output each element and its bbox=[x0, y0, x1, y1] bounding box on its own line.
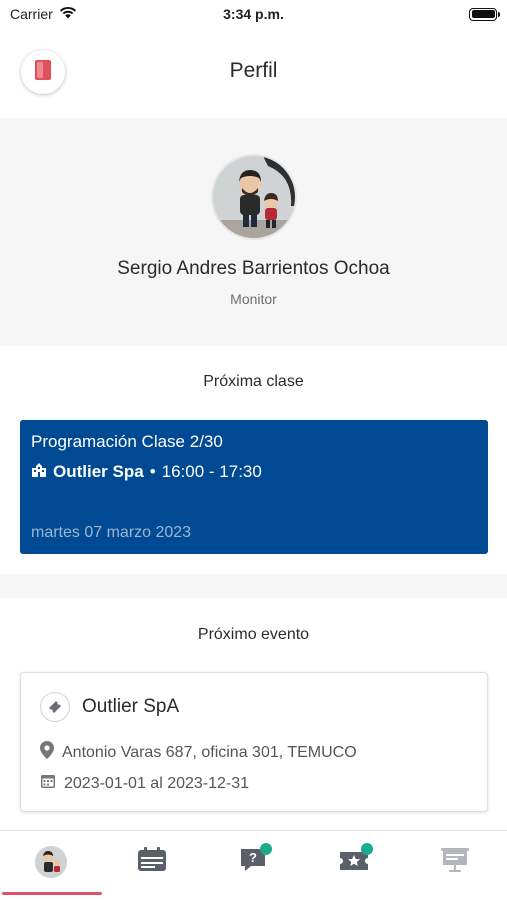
wifi-icon bbox=[59, 6, 77, 22]
next-event-card[interactable]: Outlier SpA Antonio Varas 687, oficina 3… bbox=[20, 672, 488, 812]
nav-profile-tab[interactable] bbox=[0, 831, 102, 895]
class-title: Programación Clase 2/30 bbox=[31, 432, 223, 451]
location-pin-icon bbox=[40, 741, 54, 764]
class-date: martes 07 marzo 2023 bbox=[31, 524, 192, 541]
calendar-icon bbox=[40, 773, 56, 794]
class-time: 16:00 - 17:30 bbox=[161, 462, 262, 481]
status-right bbox=[337, 7, 500, 21]
help-notification-badge bbox=[260, 843, 272, 855]
class-details: Outlier Spa • 16:00 - 17:30 bbox=[31, 462, 477, 482]
next-class-heading: Próxima clase bbox=[203, 373, 304, 390]
svg-text:?: ? bbox=[249, 850, 257, 865]
profile-panel: Sergio Andres Barrientos Ochoa Monitor bbox=[0, 118, 507, 346]
schedule-icon bbox=[137, 846, 167, 878]
nav-presentations-tab[interactable] bbox=[404, 831, 505, 893]
nav-active-indicator bbox=[2, 892, 102, 895]
carrier-label: Carrier bbox=[10, 6, 53, 22]
nav-tickets-tab[interactable] bbox=[303, 831, 404, 893]
tickets-notification-badge bbox=[361, 843, 373, 855]
next-class-card[interactable]: Programación Clase 2/30 Outlier Spa • 16… bbox=[20, 420, 488, 554]
status-left: Carrier bbox=[10, 6, 170, 22]
event-name: Outlier SpA bbox=[82, 696, 180, 717]
status-time: 3:34 p.m. bbox=[223, 6, 284, 22]
avatar bbox=[211, 154, 297, 240]
class-organization: Outlier Spa bbox=[53, 462, 144, 481]
class-separator: • bbox=[149, 462, 156, 481]
nav-avatar-icon bbox=[34, 846, 67, 878]
nav-help-tab[interactable]: ? bbox=[202, 831, 303, 893]
event-address: Antonio Varas 687, oficina 301, TEMUCO bbox=[62, 743, 357, 761]
event-dates: 2023-01-01 al 2023-12-31 bbox=[40, 773, 249, 794]
section-divider bbox=[0, 574, 507, 598]
presentation-board-icon bbox=[440, 847, 470, 878]
event-date-range: 2023-01-01 al 2023-12-31 bbox=[64, 774, 250, 792]
nav-schedule-tab[interactable] bbox=[101, 831, 202, 893]
header: Perfil bbox=[0, 40, 507, 106]
event-header: Outlier SpA bbox=[40, 692, 179, 722]
building-icon bbox=[31, 462, 47, 482]
event-location: Antonio Varas 687, oficina 301, TEMUCO bbox=[40, 741, 357, 764]
bottom-nav: ? bbox=[0, 830, 507, 900]
profile-name: Sergio Andres Barrientos Ochoa bbox=[117, 258, 390, 279]
ticket-icon bbox=[40, 692, 70, 722]
status-bar: Carrier 3:34 p.m. bbox=[0, 0, 507, 28]
battery-icon bbox=[469, 7, 500, 21]
next-event-heading: Próximo evento bbox=[197, 626, 310, 643]
page-title: Perfil bbox=[229, 59, 278, 82]
profile-role: Monitor bbox=[230, 291, 277, 307]
